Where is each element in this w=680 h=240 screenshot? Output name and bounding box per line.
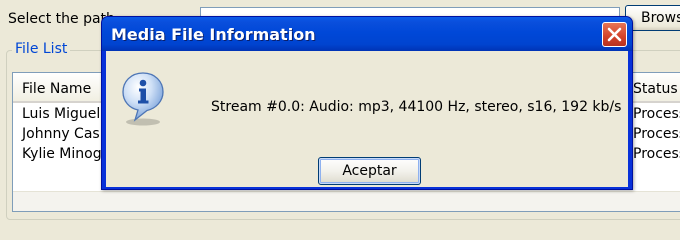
info-icon bbox=[122, 72, 164, 126]
select-path-label: Select the path bbox=[8, 11, 115, 27]
row-file-name: Johnny Cash bbox=[22, 126, 109, 142]
row-status: Processed bbox=[633, 146, 680, 162]
browse-button[interactable]: Browse bbox=[625, 5, 680, 31]
row-status: Processed bbox=[633, 106, 680, 122]
row-file-name: Luis Miguel bbox=[22, 106, 101, 122]
column-header-file-name[interactable]: File Name bbox=[22, 81, 91, 97]
file-list-group-title: File List bbox=[12, 41, 71, 57]
dialog-body: Stream #0.0: Audio: mp3, 44100 Hz, stere… bbox=[106, 51, 628, 187]
media-info-dialog: Media File Information Stream #0.0: Audi… bbox=[101, 16, 633, 190]
horizontal-scrollbar[interactable] bbox=[13, 191, 680, 211]
close-icon bbox=[607, 27, 622, 42]
close-button[interactable] bbox=[602, 22, 627, 47]
accept-button[interactable]: Aceptar bbox=[318, 157, 421, 185]
dialog-title: Media File Information bbox=[111, 25, 316, 44]
column-header-status[interactable]: Status bbox=[633, 81, 678, 97]
dialog-message: Stream #0.0: Audio: mp3, 44100 Hz, stere… bbox=[211, 99, 622, 115]
dialog-titlebar[interactable]: Media File Information bbox=[102, 17, 632, 51]
row-status: Processed bbox=[633, 126, 680, 142]
